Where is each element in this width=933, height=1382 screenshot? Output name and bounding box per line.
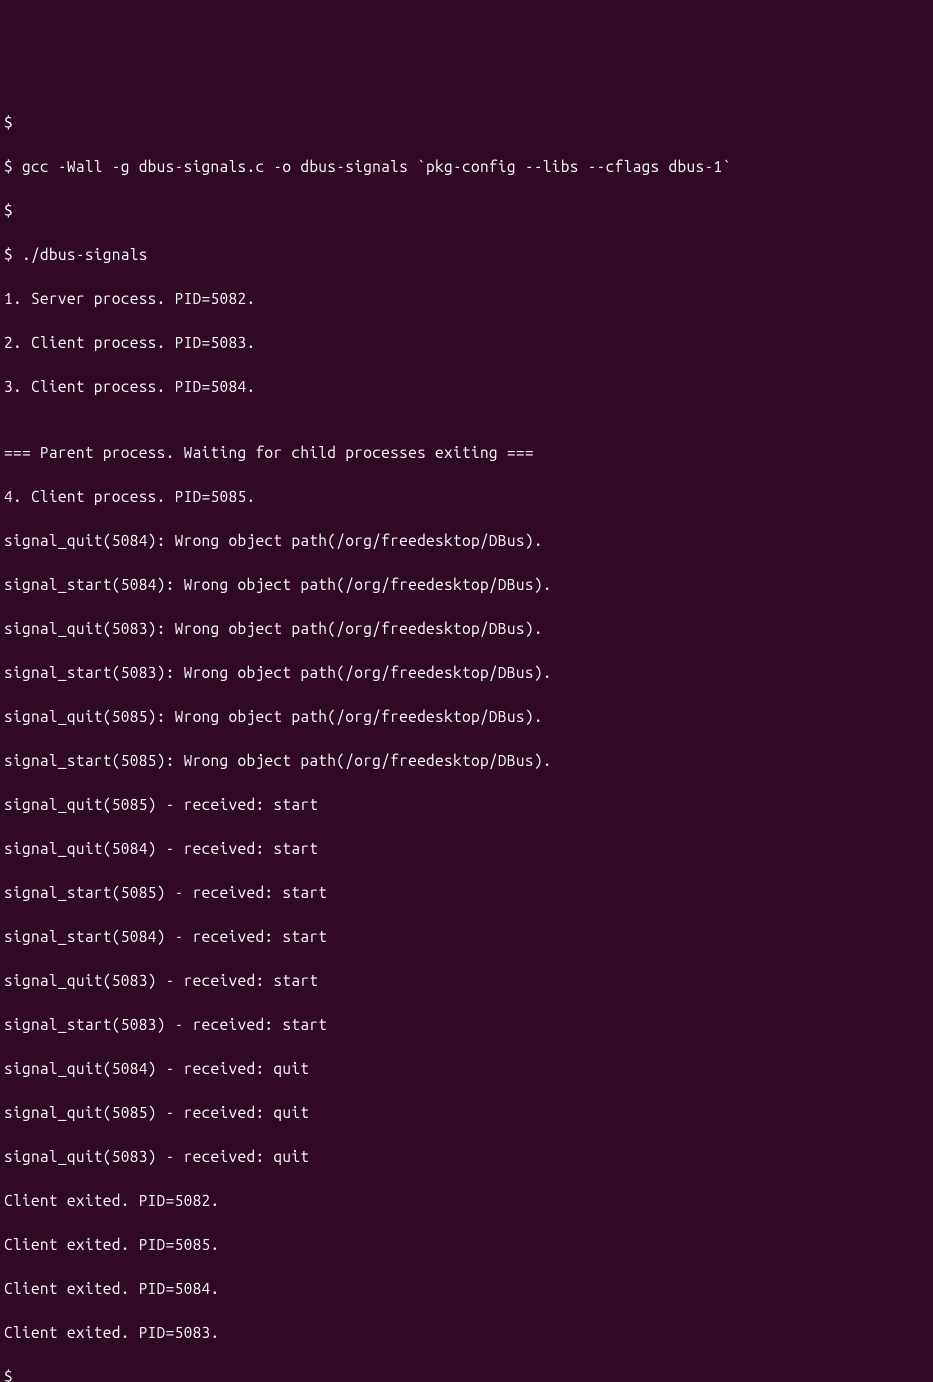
terminal-line: signal_quit(5085): Wrong object path(/or… <box>4 706 929 728</box>
terminal-line: 2. Client process. PID=5083. <box>4 332 929 354</box>
terminal-line: signal_quit(5085) - received: quit <box>4 1102 929 1124</box>
terminal-line: $ <box>4 112 929 134</box>
terminal-line: signal_start(5083) - received: start <box>4 1014 929 1036</box>
terminal-line: signal_start(5084) - received: start <box>4 926 929 948</box>
terminal-line: $ <box>4 200 929 222</box>
terminal-line: 4. Client process. PID=5085. <box>4 486 929 508</box>
terminal-output[interactable]: $ $ gcc -Wall -g dbus-signals.c -o dbus-… <box>4 90 929 777</box>
terminal-line: signal_start(5085): Wrong object path(/o… <box>4 750 929 772</box>
terminal-line: signal_quit(5083) - received: start <box>4 970 929 992</box>
terminal-line: $ <box>4 1366 929 1382</box>
terminal-line: signal_start(5084): Wrong object path(/o… <box>4 574 929 596</box>
terminal-line: Client exited. PID=5084. <box>4 1278 929 1300</box>
terminal-line: $ gcc -Wall -g dbus-signals.c -o dbus-si… <box>4 156 929 178</box>
terminal-line: signal_start(5085) - received: start <box>4 882 929 904</box>
terminal-line: Client exited. PID=5083. <box>4 1322 929 1344</box>
terminal-line: signal_start(5083): Wrong object path(/o… <box>4 662 929 684</box>
terminal-line: signal_quit(5083): Wrong object path(/or… <box>4 618 929 640</box>
terminal-line: $ ./dbus-signals <box>4 244 929 266</box>
terminal-line: === Parent process. Waiting for child pr… <box>4 442 929 464</box>
terminal-line: Client exited. PID=5082. <box>4 1190 929 1212</box>
terminal-line: 3. Client process. PID=5084. <box>4 376 929 398</box>
terminal-line: signal_quit(5084) - received: quit <box>4 1058 929 1080</box>
terminal-line: signal_quit(5084): Wrong object path(/or… <box>4 530 929 552</box>
terminal-line: Client exited. PID=5085. <box>4 1234 929 1256</box>
terminal-line: 1. Server process. PID=5082. <box>4 288 929 310</box>
terminal-line: signal_quit(5084) - received: start <box>4 838 929 860</box>
terminal-line: signal_quit(5083) - received: quit <box>4 1146 929 1168</box>
terminal-line: signal_quit(5085) - received: start <box>4 794 929 816</box>
